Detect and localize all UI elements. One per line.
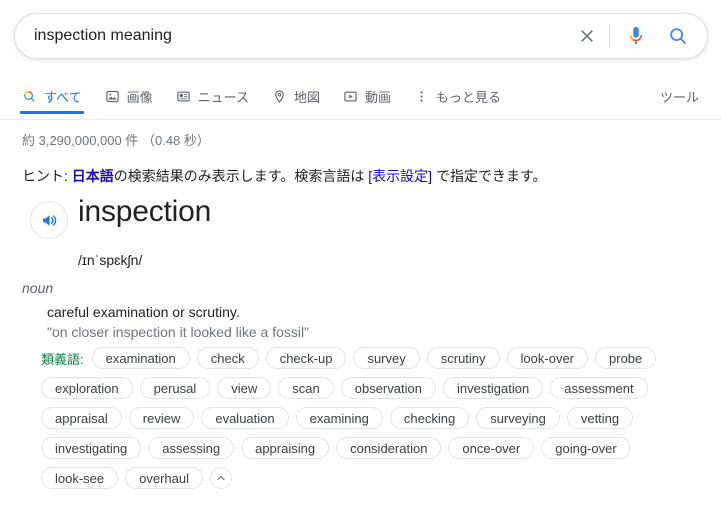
tab-list: すべて 画像 ニュース 地図 動画 もっと見る: [20, 80, 524, 114]
news-icon: [176, 89, 192, 105]
hint-suffix: で指定できます。: [432, 168, 547, 184]
synonym-chip[interactable]: look-see: [41, 467, 119, 489]
synonym-chip[interactable]: scrutiny: [426, 347, 500, 369]
synonym-row: appraisal review evaluation examining ch…: [41, 407, 717, 429]
hint-prefix: ヒント:: [22, 168, 72, 184]
tab-images[interactable]: 画像: [105, 80, 153, 113]
synonym-chip[interactable]: check-up: [265, 347, 347, 369]
synonym-chip[interactable]: investigation: [442, 377, 544, 399]
synonym-row: 類義語: examination check check-up survey s…: [41, 347, 717, 369]
tab-label: 地図: [293, 90, 320, 105]
synonym-chip[interactable]: surveying: [476, 407, 560, 429]
image-icon: [105, 89, 121, 105]
results-navbar: すべて 画像 ニュース 地図 動画 もっと見る ツール: [0, 80, 721, 120]
search-icon: [670, 28, 686, 44]
tab-label: もっと見る: [435, 90, 501, 105]
chevron-up-icon: [217, 476, 225, 480]
voice-search-button[interactable]: [619, 19, 653, 53]
synonym-chip[interactable]: investigating: [41, 437, 142, 459]
search-icon: [22, 89, 38, 105]
synonym-chip[interactable]: assessment: [550, 377, 648, 399]
synonym-chip[interactable]: probe: [595, 347, 657, 369]
dictionary-word: inspection: [78, 195, 212, 228]
synonyms-label: 類義語:: [41, 351, 84, 367]
synonym-chip[interactable]: once-over: [448, 437, 535, 459]
example-sentence: "on closer inspection it looked like a f…: [47, 324, 310, 340]
tools-label: ツール: [659, 90, 699, 105]
search-divider: [609, 24, 610, 48]
synonym-chip[interactable]: exploration: [41, 377, 133, 399]
synonym-chip[interactable]: examination: [91, 347, 190, 369]
more-vertical-icon: [414, 89, 430, 105]
dictionary-phonetic: /ɪnˈspɛkʃn/: [78, 252, 143, 268]
tab-all[interactable]: すべて: [20, 80, 84, 114]
synonym-chip[interactable]: observation: [340, 377, 436, 399]
hint-settings-link[interactable]: [表示設定]: [368, 168, 432, 184]
synonym-chip[interactable]: scan: [278, 377, 334, 399]
tab-news[interactable]: ニュース: [176, 80, 249, 113]
synonym-chip[interactable]: view: [217, 377, 272, 399]
definition-block: careful examination or scrutiny. "on clo…: [47, 303, 707, 342]
tab-videos[interactable]: 動画: [343, 80, 391, 113]
language-hint: ヒント: 日本語の検索結果のみ表示します。検索言語は [表示設定] で指定できま…: [22, 166, 547, 186]
close-icon: [581, 30, 593, 42]
synonym-chip[interactable]: survey: [353, 347, 420, 369]
synonym-chip[interactable]: evaluation: [201, 407, 289, 429]
tab-label: 動画: [364, 90, 391, 105]
part-of-speech: noun: [22, 280, 54, 296]
synonym-row: exploration perusal view scan observatio…: [41, 377, 717, 399]
hint-middle: の検索結果のみ表示します。検索言語は: [113, 168, 369, 184]
clear-search-button[interactable]: [572, 21, 602, 51]
synonym-chip[interactable]: examining: [295, 407, 383, 429]
video-icon: [343, 89, 359, 105]
synonym-chip[interactable]: assessing: [148, 437, 235, 459]
navbar-divider: [0, 119, 721, 120]
tab-label: 画像: [126, 90, 153, 105]
tab-label: ニュース: [197, 90, 249, 105]
tab-label: すべて: [44, 90, 82, 105]
tools-button[interactable]: ツール: [660, 80, 699, 113]
map-pin-icon: [272, 89, 288, 105]
synonym-chip[interactable]: consideration: [336, 437, 442, 459]
tab-more[interactable]: もっと見る: [414, 80, 501, 113]
synonym-chip[interactable]: vetting: [566, 407, 634, 429]
search-bar[interactable]: [14, 13, 708, 59]
definition-text: careful examination or scrutiny.: [47, 304, 240, 320]
synonym-chip[interactable]: checking: [389, 407, 470, 429]
tab-maps[interactable]: 地図: [272, 80, 320, 113]
synonym-chip[interactable]: appraisal: [41, 407, 122, 429]
speaker-icon: [42, 214, 56, 226]
synonym-chip[interactable]: overhaul: [125, 467, 204, 489]
synonym-chip[interactable]: check: [196, 347, 259, 369]
synonym-row: investigating assessing appraising consi…: [41, 437, 717, 459]
pronounce-button[interactable]: [30, 201, 68, 239]
collapse-synonyms-button[interactable]: [210, 467, 233, 489]
synonym-chip[interactable]: review: [128, 407, 195, 429]
synonym-chip[interactable]: appraising: [241, 437, 330, 459]
search-submit-button[interactable]: [661, 19, 695, 53]
synonyms-section: 類義語: examination check check-up survey s…: [41, 347, 717, 497]
active-tab-underline: [20, 111, 84, 114]
search-results-page: すべて 画像: [0, 0, 721, 509]
hint-language-link[interactable]: 日本語: [72, 168, 114, 184]
synonym-row: look-see overhaul: [41, 467, 717, 489]
search-input[interactable]: [15, 15, 572, 57]
synonym-chip[interactable]: going-over: [541, 437, 631, 459]
result-stats: 約 3,290,000,000 件 （0.48 秒）: [22, 133, 210, 148]
microphone-icon: [629, 26, 643, 45]
synonym-chip[interactable]: perusal: [139, 377, 211, 399]
synonym-chip[interactable]: look-over: [506, 347, 589, 369]
